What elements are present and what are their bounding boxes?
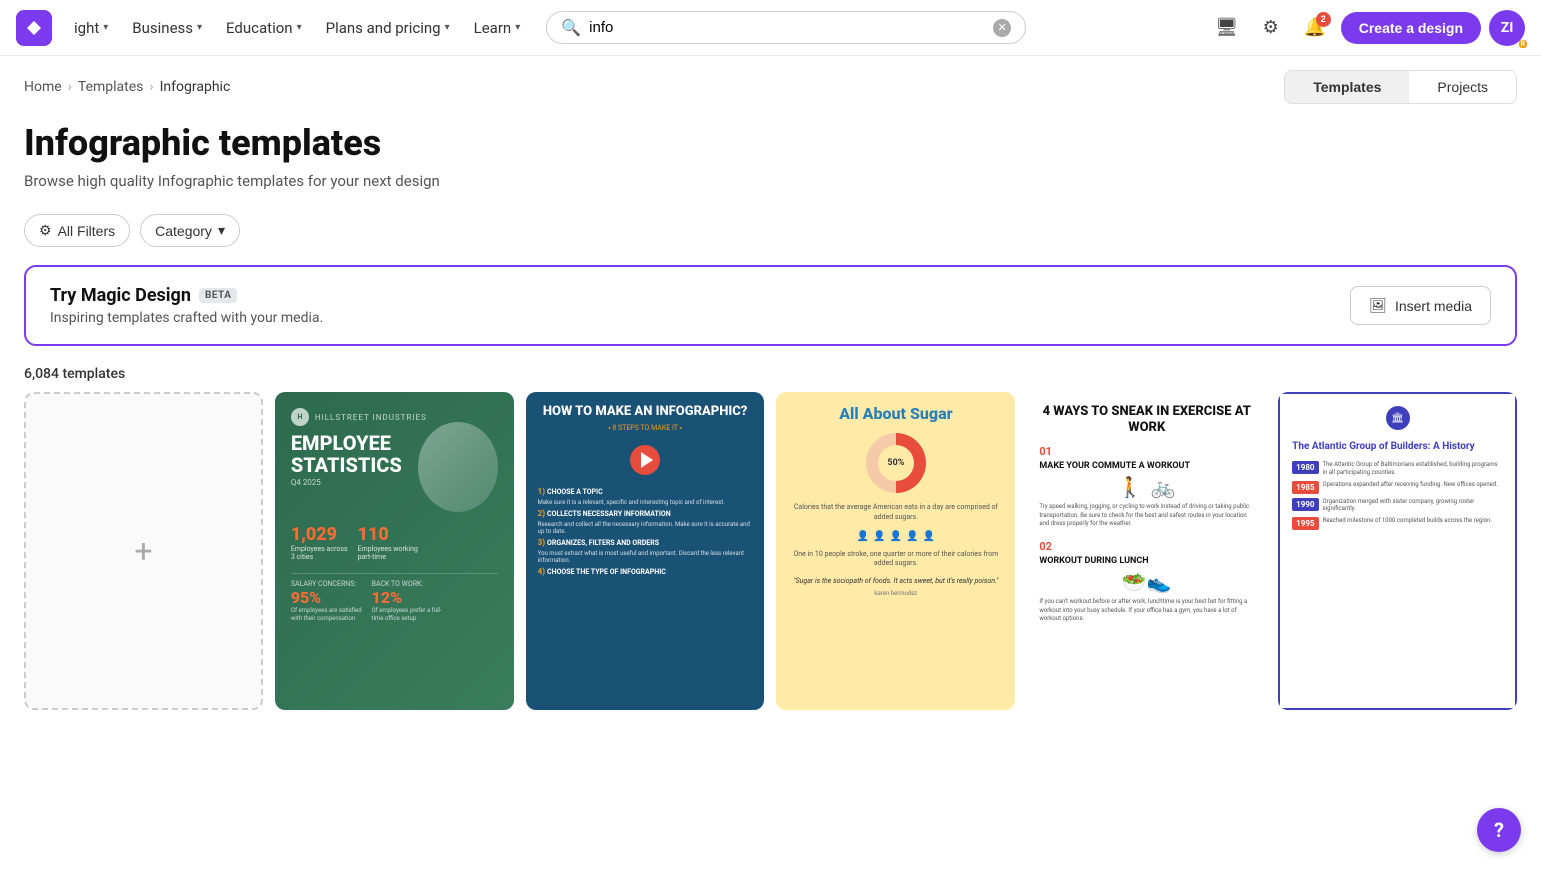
page-subtitle: Browse high quality Infographic template… <box>24 172 1517 190</box>
monitor-icon: 🖥 <box>1215 17 1238 38</box>
gear-icon: ⚙ <box>1263 17 1279 38</box>
insert-media-label: Insert media <box>1395 298 1472 314</box>
brand-logo[interactable] <box>16 10 52 46</box>
notifications-button[interactable]: 🔔 2 <box>1297 10 1333 46</box>
tabs-right: Templates Projects <box>1284 70 1517 104</box>
card-sugar-author: karen bermudez <box>874 590 917 597</box>
breadcrumb-bar: Home › Templates › Infographic Templates… <box>0 56 1541 104</box>
avatar[interactable]: ZI R <box>1489 10 1525 46</box>
settings-button[interactable]: ⚙ <box>1253 10 1289 46</box>
breadcrumb-sep-1: › <box>68 79 72 95</box>
card-sugar-icons: 👤👤👤👤👤 <box>857 531 935 542</box>
all-filters-label: All Filters <box>58 223 116 239</box>
template-card-exercise[interactable]: 4 WAYS TO SNEAK IN EXERCISE AT WORK 01 M… <box>1027 392 1266 710</box>
magic-title: Try Magic Design BETA <box>50 285 323 306</box>
monitor-button[interactable]: 🖥 <box>1209 10 1245 46</box>
card-sugar-quote: "Sugar is the sociopath of foods. It act… <box>793 577 998 586</box>
category-filter-button[interactable]: Category ▾ <box>140 214 240 247</box>
card-howto-title: HOW TO MAKE AN INFOGRAPHIC? <box>538 404 753 420</box>
template-card-employee[interactable]: H HILLSTREET INDUSTRIES EMPLOYEESTATISTI… <box>275 392 514 710</box>
beta-badge: BETA <box>199 288 238 303</box>
nav-actions: 🖥 ⚙ 🔔 2 Create a design ZI R <box>1209 10 1525 46</box>
card-sugar-title: All About Sugar <box>839 404 952 423</box>
search-icon: 🔍 <box>561 18 581 37</box>
nav-item-education[interactable]: Education ▾ <box>216 13 312 43</box>
nav-item-ight-label: ight <box>74 19 99 37</box>
template-card-history[interactable]: 🏛 The Atlantic Group of Builders: A Hist… <box>1278 392 1517 710</box>
card-employee-salary: 95% <box>291 588 362 607</box>
navbar: ight ▾ Business ▾ Education ▾ Plans and … <box>0 0 1541 56</box>
breadcrumb-templates[interactable]: Templates <box>78 79 144 95</box>
card-employee-period: Q4 2025 <box>291 478 498 487</box>
breadcrumb-current: Infographic <box>160 79 231 95</box>
tab-templates[interactable]: Templates <box>1285 71 1409 103</box>
avatar-initials: ZI <box>1501 20 1514 36</box>
filter-icon: ⚙ <box>39 222 52 239</box>
search-input[interactable] <box>589 19 985 36</box>
template-card-blank[interactable]: + <box>24 392 263 710</box>
card-sugar-fact1: Calories that the average American eats … <box>788 503 1003 523</box>
card-history-timeline: 1980 The Atlantic Group of Baltimorians … <box>1292 461 1503 530</box>
nav-item-education-label: Education <box>226 19 293 37</box>
breadcrumb: Home › Templates › Infographic <box>24 79 230 95</box>
add-template-icon: + <box>134 532 152 570</box>
all-filters-button[interactable]: ⚙ All Filters <box>24 214 130 247</box>
nav-item-business-label: Business <box>132 19 193 37</box>
nav-item-business-chevron: ▾ <box>197 22 202 33</box>
filters-bar: ⚙ All Filters Category ▾ <box>0 200 1541 261</box>
insert-media-icon: 🖼 <box>1369 297 1387 314</box>
search-bar: 🔍 ✕ <box>546 11 1026 44</box>
card-sugar-percent: 50% <box>878 445 914 481</box>
template-grid: + H HILLSTREET INDUSTRIES EMPLOYEESTATIS… <box>0 392 1541 734</box>
category-filter-label: Category <box>155 223 212 239</box>
magic-banner-content: Try Magic Design BETA Inspiring template… <box>50 285 323 326</box>
card-employee-back: 12% <box>372 588 442 607</box>
nav-item-business[interactable]: Business ▾ <box>122 13 212 43</box>
magic-title-text: Try Magic Design <box>50 285 191 306</box>
card-employee-stat2: 110 <box>358 524 418 545</box>
card-sugar-chart: 50% <box>866 433 926 493</box>
nav-item-learn-label: Learn <box>474 19 512 37</box>
brand-icon <box>16 10 52 46</box>
nav-item-plans[interactable]: Plans and pricing ▾ <box>316 13 460 43</box>
magic-banner: Try Magic Design BETA Inspiring template… <box>24 265 1517 346</box>
card-howto-subtitle: ⬩ 8 STEPS TO MAKE IT ⬩ <box>538 424 753 433</box>
page-title: Infographic templates <box>24 122 1517 164</box>
avatar-pro-badge: R <box>1519 40 1527 48</box>
card-employee-company: HILLSTREET INDUSTRIES <box>315 413 427 422</box>
category-chevron-icon: ▾ <box>218 222 225 239</box>
search-clear-button[interactable]: ✕ <box>993 19 1011 37</box>
nav-item-learn-chevron: ▾ <box>515 22 520 33</box>
nav-item-learn[interactable]: Learn ▾ <box>464 13 531 43</box>
insert-media-button[interactable]: 🖼 Insert media <box>1350 286 1491 325</box>
nav-item-plans-label: Plans and pricing <box>326 19 441 37</box>
template-card-sugar[interactable]: All About Sugar 50% Calories that the av… <box>776 392 1015 710</box>
breadcrumb-home[interactable]: Home <box>24 79 62 95</box>
nav-item-education-chevron: ▾ <box>297 22 302 33</box>
page-header: Infographic templates Browse high qualit… <box>0 104 1541 200</box>
nav-item-plans-chevron: ▾ <box>445 22 450 33</box>
card-exercise-title: 4 WAYS TO SNEAK IN EXERCISE AT WORK <box>1039 404 1254 435</box>
help-button[interactable]: ? <box>1477 808 1521 852</box>
card-employee-stat1: 1,029 <box>291 524 348 545</box>
nav-item-ight[interactable]: ight ▾ <box>64 13 118 43</box>
notification-badge: 2 <box>1316 12 1331 27</box>
nav-item-ight-chevron: ▾ <box>103 22 108 33</box>
card-history-title: The Atlantic Group of Builders: A Histor… <box>1292 440 1503 453</box>
template-count: 6,084 templates <box>0 358 1541 392</box>
tab-projects[interactable]: Projects <box>1409 71 1516 103</box>
template-card-howto[interactable]: HOW TO MAKE AN INFOGRAPHIC? ⬩ 8 STEPS TO… <box>526 392 765 710</box>
create-design-button[interactable]: Create a design <box>1341 12 1481 44</box>
card-howto-steps: 1) CHOOSE A TOPIC Make sure it is a rele… <box>538 487 753 579</box>
magic-subtitle: Inspiring templates crafted with your me… <box>50 310 323 326</box>
breadcrumb-sep-2: › <box>149 79 153 95</box>
